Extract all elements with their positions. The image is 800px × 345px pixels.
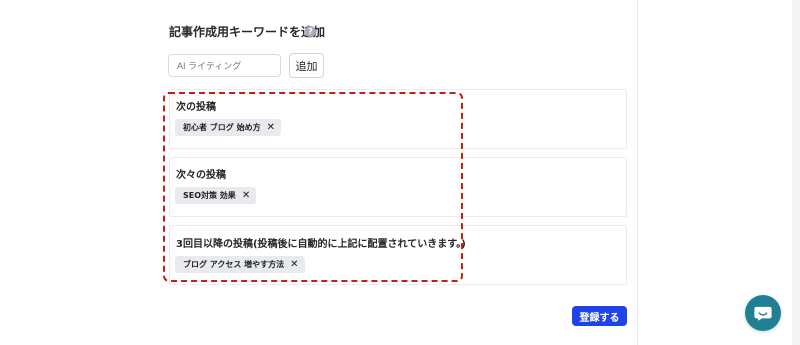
register-button[interactable]: 登録する xyxy=(572,306,627,326)
section-title: 記事作成用キーワードを追加 xyxy=(169,25,326,39)
help-icon[interactable]: ? xyxy=(305,26,316,37)
left-background xyxy=(0,0,159,345)
highlight-box xyxy=(163,92,463,282)
keyword-input[interactable] xyxy=(168,54,281,77)
chat-icon xyxy=(754,306,772,321)
vertical-scrollbar[interactable] xyxy=(792,0,800,345)
add-button[interactable]: 追加 xyxy=(289,53,324,78)
chat-button[interactable] xyxy=(745,295,781,331)
